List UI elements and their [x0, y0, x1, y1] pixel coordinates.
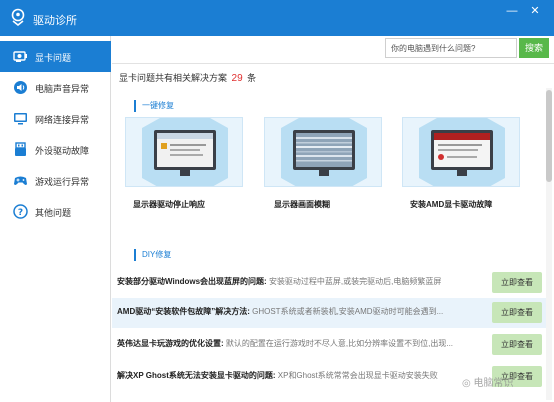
quick-fix-header: 一键修复 — [134, 100, 174, 112]
issue-desc: GHOST系统或者新装机,安装AMD驱动时可能会遇到... — [252, 307, 444, 316]
diy-header: DIY修复 — [134, 249, 171, 261]
sidebar: 显卡问题 电脑声音异常 网络连接异常 外设驱动故障 游戏运行异常 ? 其他问题 — [0, 36, 111, 402]
solution-count: 29 — [231, 73, 243, 84]
issue-link[interactable]: 英伟达显卡玩游戏的优化设置: 默认的配置在运行游戏时不尽人意,比如分辨率设置不到… — [117, 338, 485, 349]
sidebar-item-game[interactable]: 游戏运行异常 — [0, 165, 111, 196]
sidebar-item-network[interactable]: 网络连接异常 — [0, 103, 111, 134]
view-now-button[interactable]: 立即查看 — [492, 334, 542, 355]
quick-fix-card-driver-stop[interactable] — [125, 117, 243, 187]
minimize-icon[interactable]: — — [504, 4, 520, 18]
sidebar-item-label: 电脑声音异常 — [35, 84, 90, 94]
sidebar-item-label: 显卡问题 — [35, 53, 72, 63]
help-icon: ? — [13, 204, 28, 219]
sidebar-item-peripheral[interactable]: 外设驱动故障 — [0, 134, 111, 165]
issue-row: 英伟达显卡玩游戏的优化设置: 默认的配置在运行游戏时不尽人意,比如分辨率设置不到… — [112, 330, 546, 360]
svg-text:?: ? — [18, 208, 23, 218]
watermark-logo-icon: ◎ — [462, 378, 474, 389]
search-input[interactable] — [385, 38, 517, 58]
issue-desc: 安装驱动过程中蓝屏,或装完驱动后,电脑频繁蓝屏 — [268, 277, 442, 286]
sidebar-item-label: 其他问题 — [35, 208, 72, 218]
summary-prefix: 显卡问题共有相关解决方案 — [119, 73, 228, 83]
usb-icon — [15, 142, 26, 156]
view-now-button[interactable]: 立即查看 — [492, 272, 542, 293]
speaker-icon — [14, 81, 27, 94]
issue-desc: 默认的配置在运行游戏时不尽人意,比如分辨率设置不到位,出现... — [225, 339, 454, 348]
sidebar-item-label: 网络连接异常 — [35, 115, 90, 125]
gamepad-icon — [14, 176, 27, 185]
sidebar-item-sound[interactable]: 电脑声音异常 — [0, 72, 111, 103]
app-logo-icon — [11, 8, 25, 26]
issue-title: 安装部分驱动Windows会出现蓝屏的问题: — [117, 277, 267, 286]
issue-link[interactable]: AMD驱动“安装软件包故障”解决方法: GHOST系统或者新装机,安装AMD驱动… — [117, 306, 485, 317]
issue-row: AMD驱动“安装软件包故障”解决方法: GHOST系统或者新装机,安装AMD驱动… — [112, 298, 546, 328]
scrollbar-thumb[interactable] — [546, 90, 552, 182]
card-label: 显示器画面模糊 — [274, 200, 330, 209]
card-label: 安装AMD显卡驱动故障 — [410, 200, 493, 209]
title-bar: 驱动诊所 — ✕ — [0, 0, 554, 36]
monitor-icon — [14, 113, 27, 125]
issue-row: 安装部分驱动Windows会出现蓝屏的问题: 安装驱动过程中蓝屏,或装完驱动后,… — [112, 268, 546, 298]
close-icon[interactable]: ✕ — [527, 4, 543, 18]
sidebar-item-other[interactable]: ? 其他问题 — [0, 196, 111, 227]
gpu-icon — [13, 51, 27, 62]
issue-title: 解决XP Ghost系统无法安装显卡驱动的问题: — [117, 371, 276, 380]
issue-link[interactable]: 安装部分驱动Windows会出现蓝屏的问题: 安装驱动过程中蓝屏,或装完驱动后,… — [117, 276, 485, 287]
summary-suffix: 条 — [247, 73, 257, 83]
quick-fix-card-blurry[interactable] — [264, 117, 382, 187]
search-button[interactable]: 搜索 — [519, 38, 549, 58]
amd-driver-error-icon — [419, 118, 505, 186]
sidebar-item-label: 外设驱动故障 — [35, 146, 90, 156]
sidebar-item-label: 游戏运行异常 — [35, 177, 90, 187]
watermark-text: 电脑常识 — [473, 378, 514, 389]
quick-fix-card-amd[interactable] — [402, 117, 520, 187]
driver-error-screen-icon — [142, 118, 228, 186]
issue-desc: XP和Ghost系统常常会出现显卡驱动安装失败 — [277, 371, 438, 380]
issue-title: 英伟达显卡玩游戏的优化设置: — [117, 339, 224, 348]
divider — [112, 63, 554, 64]
issue-title: AMD驱动“安装软件包故障”解决方法: — [117, 307, 250, 316]
solution-summary: 显卡问题共有相关解决方案 29 条 — [119, 71, 256, 84]
blurry-screen-icon — [281, 118, 367, 186]
card-label: 显示器驱动停止响应 — [133, 200, 205, 209]
watermark: ◎ 电脑常识 — [462, 374, 514, 389]
window-title: 驱动诊所 — [33, 15, 77, 27]
issue-link[interactable]: 解决XP Ghost系统无法安装显卡驱动的问题: XP和Ghost系统常常会出现… — [117, 370, 485, 381]
sidebar-item-gpu[interactable]: 显卡问题 — [0, 41, 111, 72]
view-now-button[interactable]: 立即查看 — [492, 302, 542, 323]
